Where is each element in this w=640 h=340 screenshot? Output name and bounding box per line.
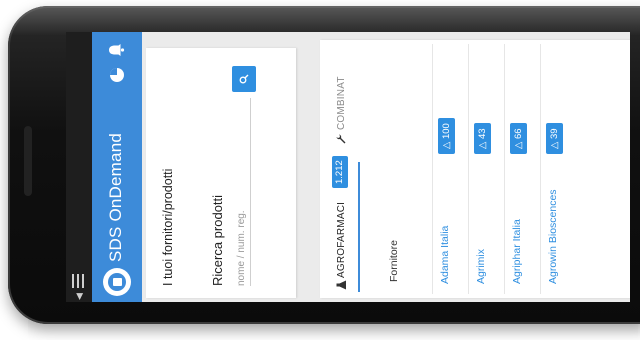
supplier-name[interactable]: Agrowin Bioscences bbox=[547, 164, 559, 284]
search-input[interactable] bbox=[232, 98, 251, 286]
phone-frame: ◀ SDS OnDemand I tuoi fornitori/prodotti… bbox=[8, 6, 640, 324]
search-label: Ricerca prodotti bbox=[210, 194, 225, 286]
bell-icon[interactable] bbox=[107, 42, 125, 58]
supplier-name[interactable]: Agrimix bbox=[475, 249, 487, 284]
table-row[interactable]: Adama Italia △ 100 bbox=[432, 44, 469, 294]
product-count: 43 bbox=[477, 128, 488, 140]
app-frame: ◀ SDS OnDemand I tuoi fornitori/prodotti… bbox=[66, 32, 630, 302]
tab-combinat[interactable]: COMBINAT bbox=[328, 36, 358, 146]
back-arrow-icon[interactable]: ◀ bbox=[74, 293, 85, 300]
tab-agrofarmaci-label: AGROFARMACI bbox=[336, 201, 347, 278]
product-count-badge: △ 100 bbox=[438, 118, 455, 154]
pie-chart-icon[interactable] bbox=[108, 66, 126, 84]
product-count-badge: △ 39 bbox=[546, 123, 563, 154]
phone-screen: ◀ SDS OnDemand I tuoi fornitori/prodotti… bbox=[66, 32, 630, 302]
tab-agrofarmaci[interactable]: AGROFARMACI 1.212 bbox=[328, 156, 360, 292]
tab-agrofarmaci-badge: 1.212 bbox=[332, 156, 348, 188]
status-bar: ◀ bbox=[66, 32, 92, 302]
phone-earpiece bbox=[24, 126, 32, 196]
app-title: SDS OnDemand bbox=[106, 132, 125, 262]
tab-combinat-label: COMBINAT bbox=[336, 76, 347, 130]
supplier-name[interactable]: Adama Italia bbox=[439, 226, 451, 284]
table-row[interactable]: Agriphar Italia △ 66 bbox=[504, 44, 541, 294]
app-logo-icon bbox=[103, 268, 131, 296]
hamburger-menu-icon[interactable] bbox=[72, 274, 84, 288]
table-row[interactable]: Agrowin Bioscences △ 39 bbox=[540, 44, 577, 294]
product-count: 66 bbox=[513, 128, 524, 140]
supplier-name[interactable]: Agriphar Italia bbox=[511, 219, 523, 284]
suppliers-card: AGROFARMACI 1.212 COMBINAT Fornitore Ada… bbox=[320, 40, 630, 298]
column-header-fornitore: Fornitore bbox=[388, 239, 400, 282]
product-count-badge: △ 43 bbox=[474, 123, 491, 154]
product-count-badge: △ 66 bbox=[510, 123, 527, 154]
table-row[interactable]: Agrimix △ 43 bbox=[468, 44, 505, 294]
search-icon bbox=[239, 74, 249, 84]
product-count: 39 bbox=[549, 128, 560, 140]
wrench-icon bbox=[336, 134, 346, 144]
flask-icon bbox=[336, 280, 346, 290]
product-count: 100 bbox=[441, 123, 452, 140]
search-card: I tuoi fornitori/prodotti Ricerca prodot… bbox=[146, 48, 296, 298]
suppliers-heading: I tuoi fornitori/prodotti bbox=[161, 168, 175, 286]
search-button[interactable] bbox=[232, 66, 256, 92]
app-header: SDS OnDemand bbox=[92, 32, 142, 302]
